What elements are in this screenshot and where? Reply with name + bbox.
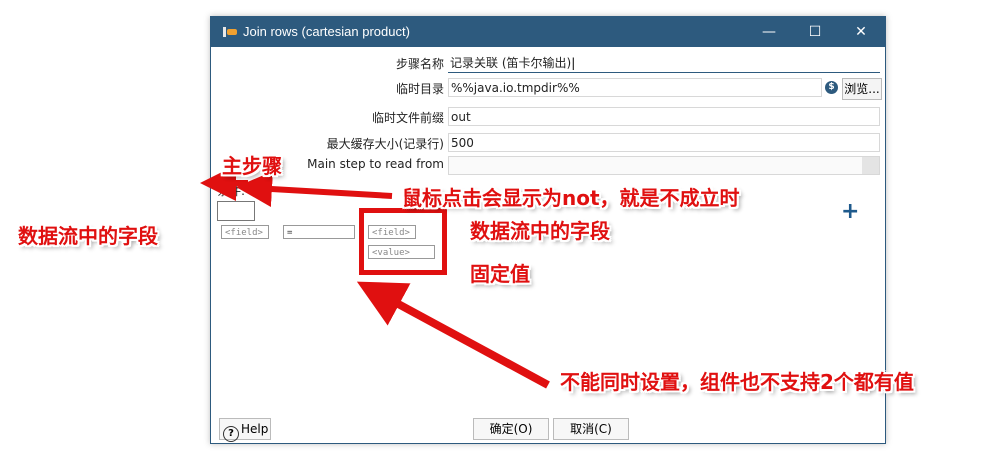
annot-exclusive-note: 不能同时设置，组件也不支持2个都有值 [560, 370, 914, 394]
annot-main-step: 主步骤 [222, 154, 282, 178]
arrow-to-condition [356, 281, 550, 389]
arrow-to-negate [236, 171, 393, 208]
annot-left-field: 数据流中的字段 [18, 224, 158, 248]
annot-not-hint: 鼠标点击会显示为not，就是不成立时 [402, 186, 740, 210]
annot-fixed-value: 固定值 [470, 262, 530, 286]
annot-right-field: 数据流中的字段 [470, 219, 610, 243]
